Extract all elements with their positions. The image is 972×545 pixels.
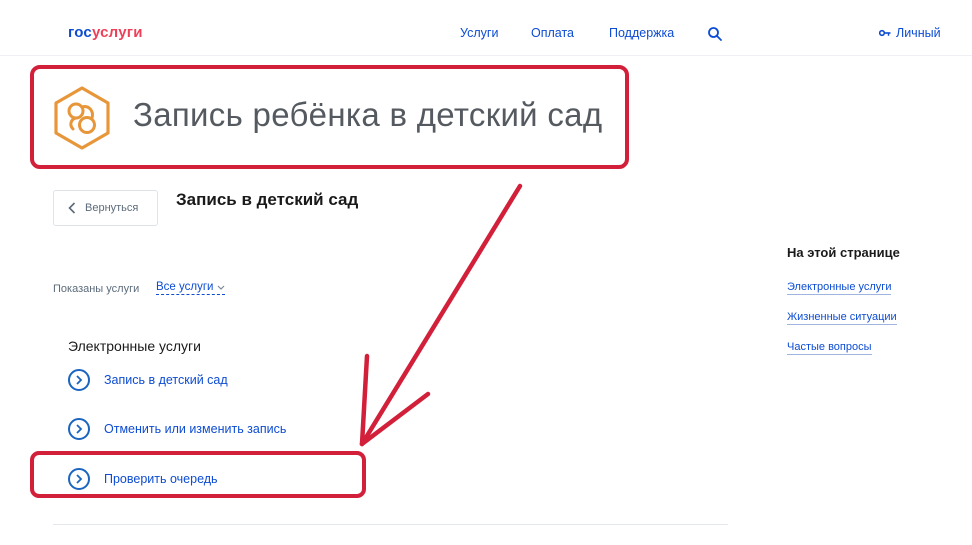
page-title: Запись в детский сад — [176, 190, 359, 209]
anchor-link-life-situations[interactable]: Жизненные ситуации — [787, 311, 897, 325]
chevron-circle-icon — [68, 418, 90, 440]
anchor-link-electronic-services[interactable]: Электронные услуги — [787, 281, 892, 295]
chevron-circle-icon — [68, 369, 90, 391]
search-icon[interactable] — [707, 26, 723, 42]
filter-selected-value: Все услуги — [156, 281, 214, 293]
filter-label: Показаны услуги — [53, 283, 140, 295]
site-header: госуслуги Услуги Оплата Поддержка Личный — [0, 0, 972, 56]
divider — [53, 524, 728, 525]
logo-part-gos: гос — [68, 24, 92, 41]
service-link-cancel-or-change[interactable]: Отменить или изменить запись — [68, 418, 286, 440]
nav-link-payment[interactable]: Оплата — [531, 26, 574, 40]
baby-pacifier-icon — [54, 86, 110, 150]
annotation-box-check-queue — [30, 451, 366, 498]
key-icon — [879, 29, 891, 37]
nav-link-support[interactable]: Поддержка — [609, 26, 674, 40]
anchor-link-faq[interactable]: Частые вопросы — [787, 341, 872, 355]
back-button-label: Вернуться — [85, 202, 139, 214]
account-link[interactable]: Личный — [879, 26, 941, 40]
service-link-label: Запись в детский сад — [104, 373, 228, 387]
service-hero-title: Запись ребёнка в детский сад — [133, 96, 603, 133]
on-this-page-title: На этой странице — [787, 245, 900, 260]
gosuslugi-logo[interactable]: госуслуги — [68, 24, 143, 41]
service-link-label: Отменить или изменить запись — [104, 422, 287, 436]
back-button[interactable]: Вернуться — [53, 190, 158, 226]
service-link-enroll[interactable]: Запись в детский сад — [68, 369, 228, 391]
nav-link-services[interactable]: Услуги — [460, 26, 498, 40]
logo-part-uslugi: услуги — [91, 24, 143, 41]
chevron-left-icon — [68, 202, 76, 214]
section-title-electronic-services: Электронные услуги — [68, 338, 201, 354]
account-label: Личный — [896, 26, 941, 40]
chevron-down-icon — [218, 285, 225, 290]
services-filter-select[interactable]: Все услуги — [156, 281, 226, 295]
